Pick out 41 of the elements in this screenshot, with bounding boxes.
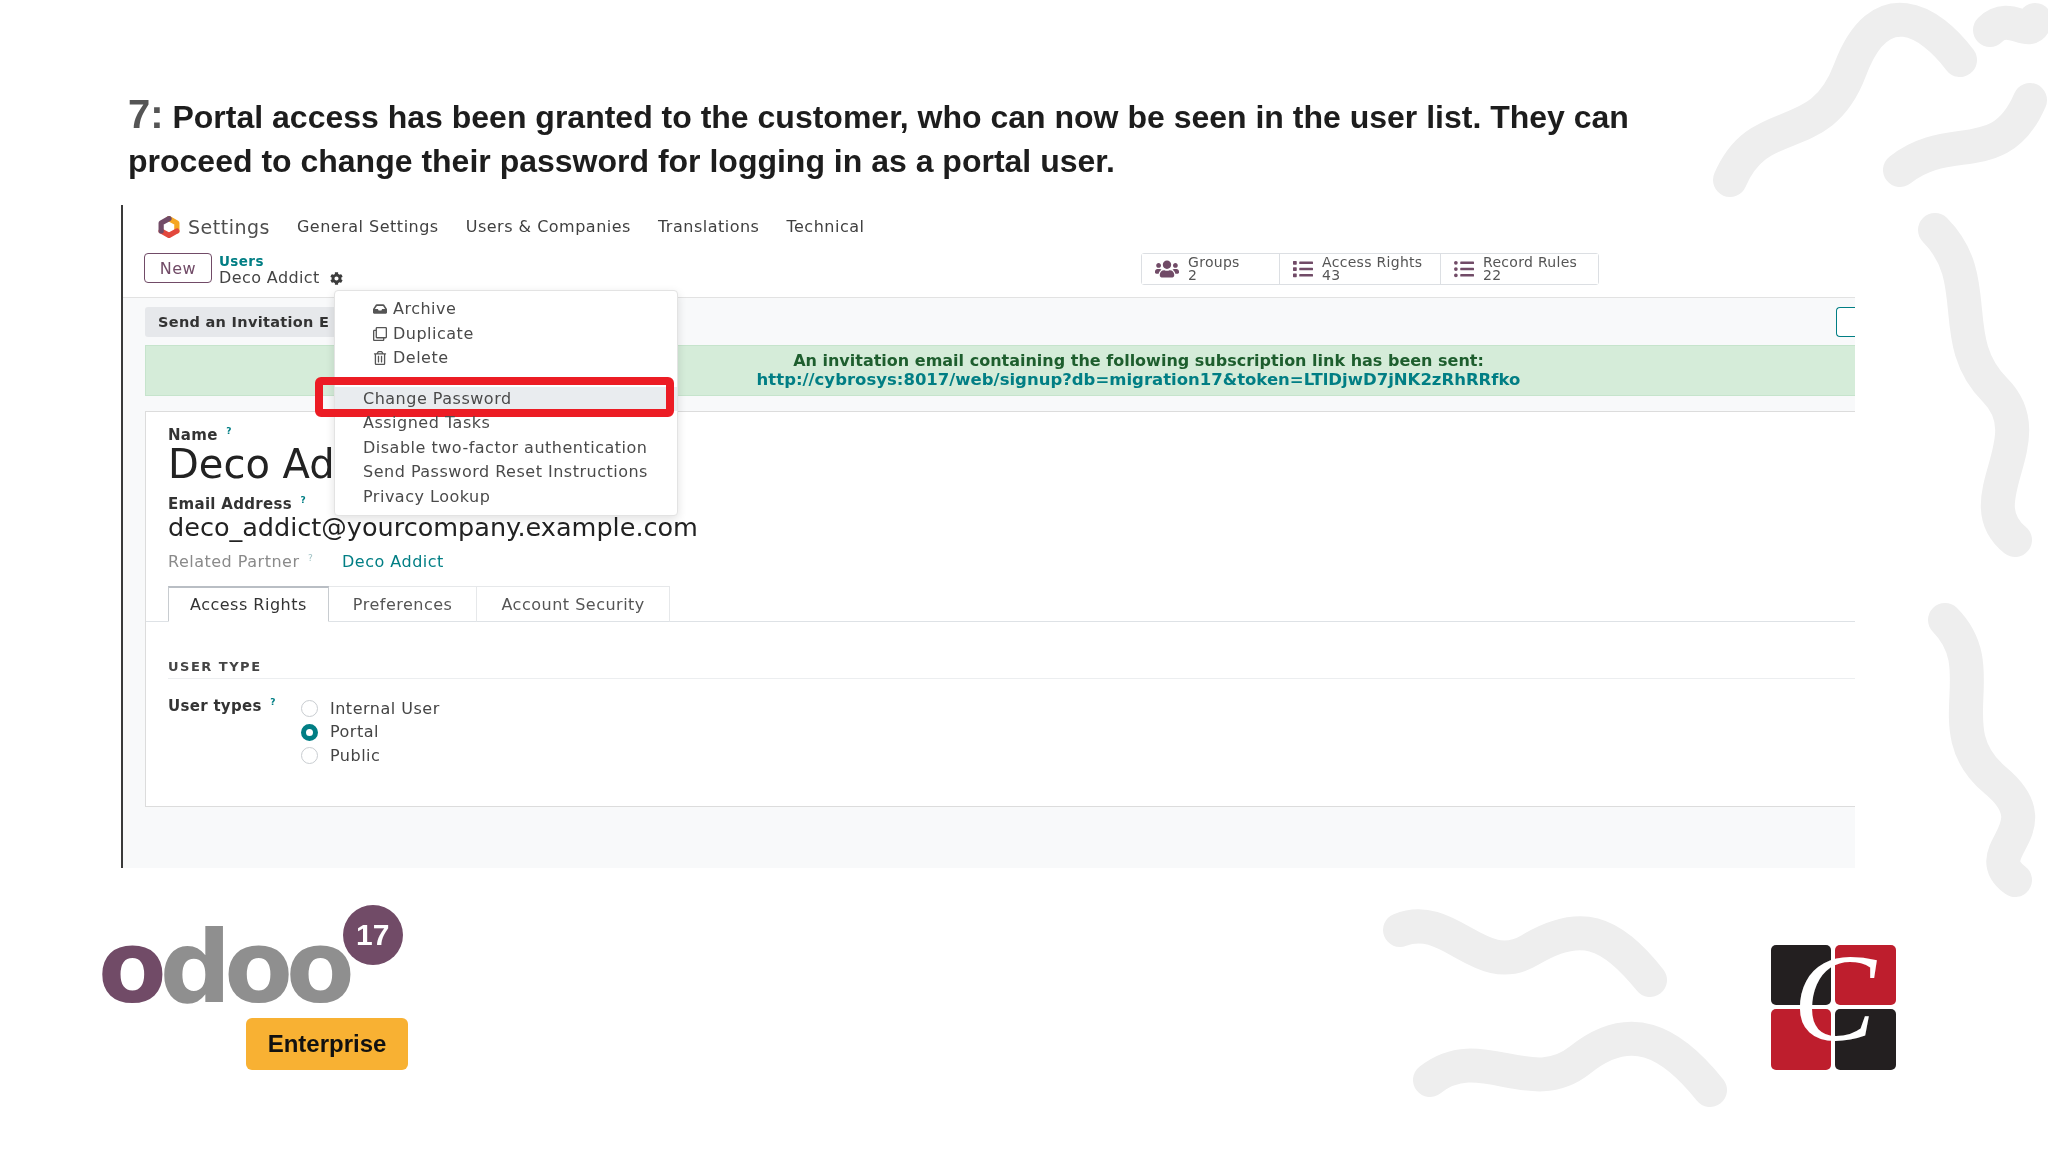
signup-link[interactable]: http://cybrosys:8017/web/signup?db=migration17&token=LTlDjwD7jNK2zRhRRfko <box>756 371 1521 389</box>
bullet-list-icon <box>1454 259 1474 279</box>
field-value: deco_addict@yourcompany.example.com <box>168 513 698 541</box>
list-icon <box>1293 259 1313 279</box>
gear-icon[interactable] <box>329 271 343 285</box>
option-label: Portal <box>330 723 379 742</box>
new-button[interactable]: New <box>144 253 212 283</box>
partial-button[interactable] <box>1836 307 1855 337</box>
partner-link[interactable]: Deco Addict <box>342 553 444 571</box>
nav-menu-item[interactable]: Translations <box>657 217 760 236</box>
menu-item[interactable]: Send Password Reset Instructions <box>335 460 677 485</box>
tab[interactable]: Preferences <box>328 586 478 622</box>
field-label: Email Address $^{?}$ <box>168 495 306 513</box>
nav-menu-item[interactable]: Users & Companies <box>465 217 631 236</box>
alert-message: An invitation email containing the following subscription link has been sent: <box>793 352 1484 370</box>
app-logo-icon[interactable] <box>158 215 180 238</box>
breadcrumb-current: Deco Addict <box>219 269 320 287</box>
nav-menu-item[interactable]: Technical <box>786 217 865 236</box>
menu-item[interactable]: Disable two-factor authentication <box>335 435 677 460</box>
field-label: Related Partner $^{?}$ <box>168 553 315 571</box>
inbox-icon <box>373 302 387 317</box>
smart-button[interactable]: Groups 2 <box>1142 254 1280 284</box>
edition-badge: Enterprise <box>246 1018 408 1070</box>
menu-item[interactable]: Assigned Tasks <box>335 411 677 436</box>
radio-button[interactable] <box>301 723 318 741</box>
step-caption: 7: Portal access has been granted to the customer, who can now be seen in the user list. They can proceed to change their password for logging in as a portal user. <box>128 95 1630 181</box>
breadcrumb-link[interactable]: Users <box>219 254 264 269</box>
field-label: User types $^{?}$ <box>168 697 277 715</box>
tab[interactable]: Access Rights <box>168 586 329 622</box>
copy-icon <box>373 326 387 341</box>
section-title: USER TYPE <box>168 658 262 676</box>
menu-item[interactable]: Privacy Lookup <box>335 484 677 509</box>
option-label: Internal User <box>330 699 440 718</box>
app-title[interactable]: Settings <box>188 215 270 238</box>
option-label: Public <box>330 746 381 765</box>
menu-item[interactable]: Delete <box>335 346 677 371</box>
field-label: Name $^{?}$ <box>168 426 232 444</box>
record-name: Deco Ad <box>168 444 335 484</box>
trash-icon <box>373 351 387 366</box>
nav-menu-item[interactable]: General Settings <box>296 217 439 236</box>
tab[interactable]: Account Security <box>477 586 670 622</box>
